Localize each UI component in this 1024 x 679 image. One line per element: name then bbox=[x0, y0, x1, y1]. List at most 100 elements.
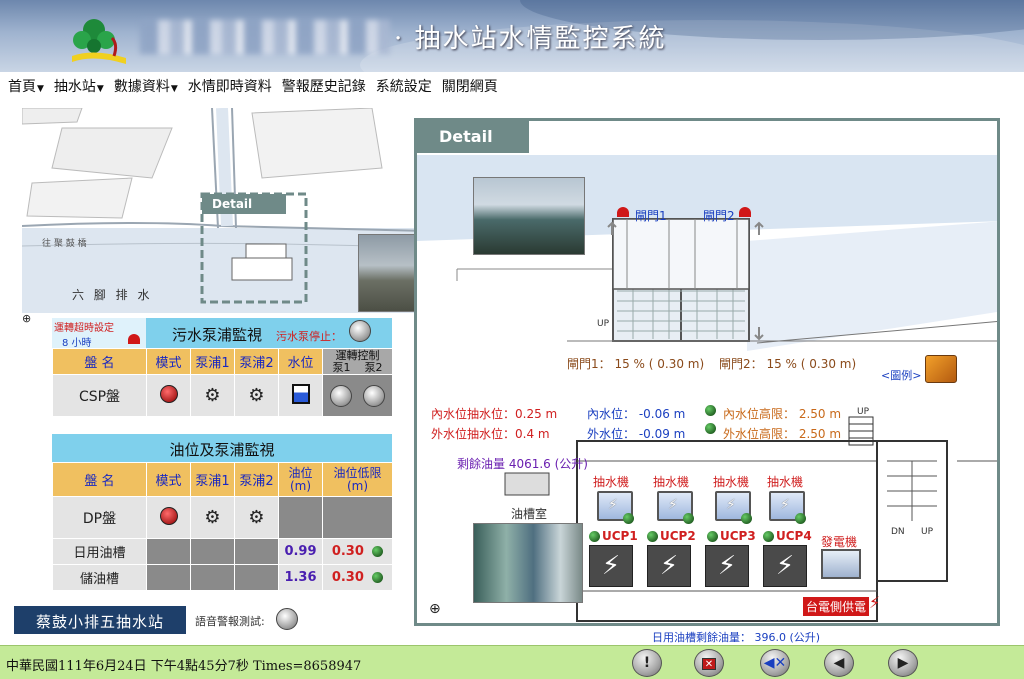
empty-cell bbox=[146, 564, 191, 591]
legend-link[interactable]: <圖例> bbox=[881, 367, 921, 383]
col-pump2: 泵浦2 bbox=[234, 348, 279, 375]
status-led-icon bbox=[372, 572, 384, 583]
menu-realtime-water[interactable]: 水情即時資料 bbox=[188, 76, 272, 96]
map-road-label: 往 聚 鼓 橋 bbox=[42, 239, 87, 249]
menu-system-settings[interactable]: 系統設定 bbox=[376, 76, 432, 96]
pump2-control-button[interactable] bbox=[362, 384, 385, 407]
next-button[interactable]: ▶ bbox=[888, 649, 918, 677]
ucp4-panel[interactable]: ⚡ bbox=[763, 545, 807, 587]
storage-tank-oil-value: 1.36 bbox=[278, 564, 323, 591]
close-alarm-button[interactable]: ✕ bbox=[694, 649, 724, 677]
gate1-status: 閘門1： 15 % ( 0.30 m) bbox=[567, 357, 705, 371]
alarm-info-button[interactable]: ! bbox=[632, 649, 662, 677]
outer-high: 外水位高限： 2.50 m bbox=[723, 427, 842, 441]
mode-switch-icon[interactable] bbox=[159, 384, 178, 403]
csp-pump2-cell: ⚙ bbox=[234, 374, 279, 417]
menu-pump-station[interactable]: 抽水站▼ bbox=[54, 76, 104, 96]
col-panel-name: 盤 名 bbox=[52, 348, 147, 375]
oil-level-label: 油位 bbox=[288, 465, 313, 480]
storage-tank-oil-text: 1.36 bbox=[284, 570, 317, 585]
sewage-panel-title: 污水泵浦監視 bbox=[172, 326, 263, 344]
pump-icon[interactable]: ⚙ bbox=[248, 385, 264, 406]
csp-run-control-cell bbox=[322, 374, 393, 417]
pump2-status-led-icon bbox=[683, 513, 694, 524]
mute-button[interactable]: ◀✕ bbox=[760, 649, 790, 677]
legend-book-icon[interactable] bbox=[925, 355, 957, 383]
page-title: · 抽水站水情監控系統 bbox=[394, 24, 667, 54]
ucp2-label: UCP2 bbox=[660, 529, 696, 543]
daily-tank-low-value: 0.30 bbox=[322, 538, 393, 565]
daily-tank-oil-text: 0.99 bbox=[284, 544, 317, 559]
detail-tag: Detail bbox=[417, 121, 529, 153]
detail-schematic: ⊕ Detail 閘門1 閘門2 UP 閘門1： 15 % ( 0.30 m) … bbox=[414, 118, 1000, 626]
menu-home[interactable]: 首頁▼ bbox=[8, 76, 44, 96]
ucp3-label: UCP3 bbox=[720, 529, 756, 543]
pump3-status-led-icon bbox=[741, 513, 752, 524]
compass-icon: ⊕ bbox=[22, 312, 32, 325]
grid-power-label: 台電側供電 bbox=[803, 597, 870, 616]
daily-tank-remaining: 日用油槽剩餘油量： 396.0 (公升) bbox=[652, 631, 821, 644]
remaining-oil: 剩餘油量 4061.6 (公升) bbox=[457, 457, 588, 471]
gate2-status: 閘門2： 15 % ( 0.30 m) bbox=[719, 357, 857, 371]
previous-button[interactable]: ◀ bbox=[824, 649, 854, 677]
oil-panel-title: 油位及泵浦監視 bbox=[52, 434, 392, 462]
daily-tank-oil-value: 0.99 bbox=[278, 538, 323, 565]
water-tank-icon bbox=[291, 383, 310, 404]
location-map: Detail 往 聚 鼓 橋 六 腳 排 水 bbox=[22, 108, 470, 313]
ucp1-panel[interactable]: ⚡ bbox=[589, 545, 633, 587]
col-pump1: 泵浦1 bbox=[190, 348, 235, 375]
ucp2-panel[interactable]: ⚡ bbox=[647, 545, 691, 587]
col-pump1: 泵浦1 bbox=[190, 462, 235, 497]
empty-cell bbox=[234, 538, 279, 565]
inner-level: 內水位： -0.06 m bbox=[587, 407, 686, 421]
ucp4-led-icon bbox=[763, 531, 774, 542]
empty-cell bbox=[190, 538, 235, 565]
close-icon: ✕ bbox=[702, 658, 716, 670]
csp-water-level-cell bbox=[278, 374, 323, 417]
alarm-lamp-icon bbox=[128, 334, 140, 344]
oil-low-unit: (m) bbox=[346, 478, 369, 493]
pump1-control-button[interactable] bbox=[330, 384, 353, 407]
sewage-stop-button[interactable] bbox=[349, 320, 371, 342]
lightning-icon: ⚡ bbox=[869, 593, 881, 612]
up2-label: UP bbox=[921, 527, 934, 537]
col-mode: 模式 bbox=[146, 462, 191, 497]
menu-alarm-history[interactable]: 警報歷史記錄 bbox=[282, 76, 366, 96]
status-datetime: 中華民國111年6月24日 下午4點45分7秒 Times=8658947 bbox=[6, 659, 362, 674]
pump3-label: 抽水機 bbox=[713, 475, 750, 489]
station-button[interactable]: 蔡鼓小排五抽水站 bbox=[14, 606, 186, 634]
empty-cell bbox=[234, 564, 279, 591]
csp-panel-name: CSP盤 bbox=[52, 374, 147, 417]
pump-icon[interactable]: ⚙ bbox=[248, 507, 264, 528]
col-run-control: 運轉控制 泵1 泵2 bbox=[322, 348, 393, 375]
outer-level: 外水位： -0.09 m bbox=[587, 427, 686, 441]
mode-switch-icon[interactable] bbox=[159, 506, 178, 525]
ucp4-label: UCP4 bbox=[776, 529, 812, 543]
up-label: UP bbox=[597, 319, 610, 329]
menu-close-page[interactable]: 關閉網頁 bbox=[442, 76, 498, 96]
empty-cell bbox=[190, 564, 235, 591]
gate1-label[interactable]: 閘門1 bbox=[635, 207, 667, 224]
status-led-icon bbox=[372, 546, 384, 557]
storage-tank-name: 儲油槽 bbox=[52, 564, 147, 591]
chevron-down-icon: ▼ bbox=[37, 84, 44, 94]
voice-test-button[interactable] bbox=[276, 608, 298, 630]
app-window: · 抽水站水情監控系統 首頁▼ 抽水站▼ 數據資料▼ 水情即時資料 警報歷史記錄… bbox=[0, 0, 1024, 679]
gate2-label[interactable]: 閘門2 bbox=[703, 207, 735, 224]
menu-data[interactable]: 數據資料▼ bbox=[114, 76, 178, 96]
camera-photo-2[interactable] bbox=[473, 177, 585, 255]
pump-icon[interactable]: ⚙ bbox=[204, 507, 220, 528]
generator-icon[interactable] bbox=[821, 549, 861, 579]
pump-icon[interactable]: ⚙ bbox=[204, 385, 220, 406]
arrow-left-icon: ◀ bbox=[833, 655, 845, 671]
ucp3-led-icon bbox=[707, 531, 718, 542]
storage-tank-low-text: 0.30 bbox=[331, 570, 364, 585]
map-area-label: 六 腳 排 水 bbox=[72, 288, 153, 302]
camera-photo-3[interactable] bbox=[473, 523, 583, 603]
header-banner: · 抽水站水情監控系統 bbox=[0, 0, 1024, 72]
ucp3-panel[interactable]: ⚡ bbox=[705, 545, 749, 587]
arrow-right-icon: ▶ bbox=[897, 655, 909, 671]
dp-oil-cell bbox=[278, 496, 323, 539]
sewage-stop-label: 污水泵停止： bbox=[276, 330, 342, 343]
map-detail-tag[interactable]: Detail bbox=[202, 194, 286, 214]
